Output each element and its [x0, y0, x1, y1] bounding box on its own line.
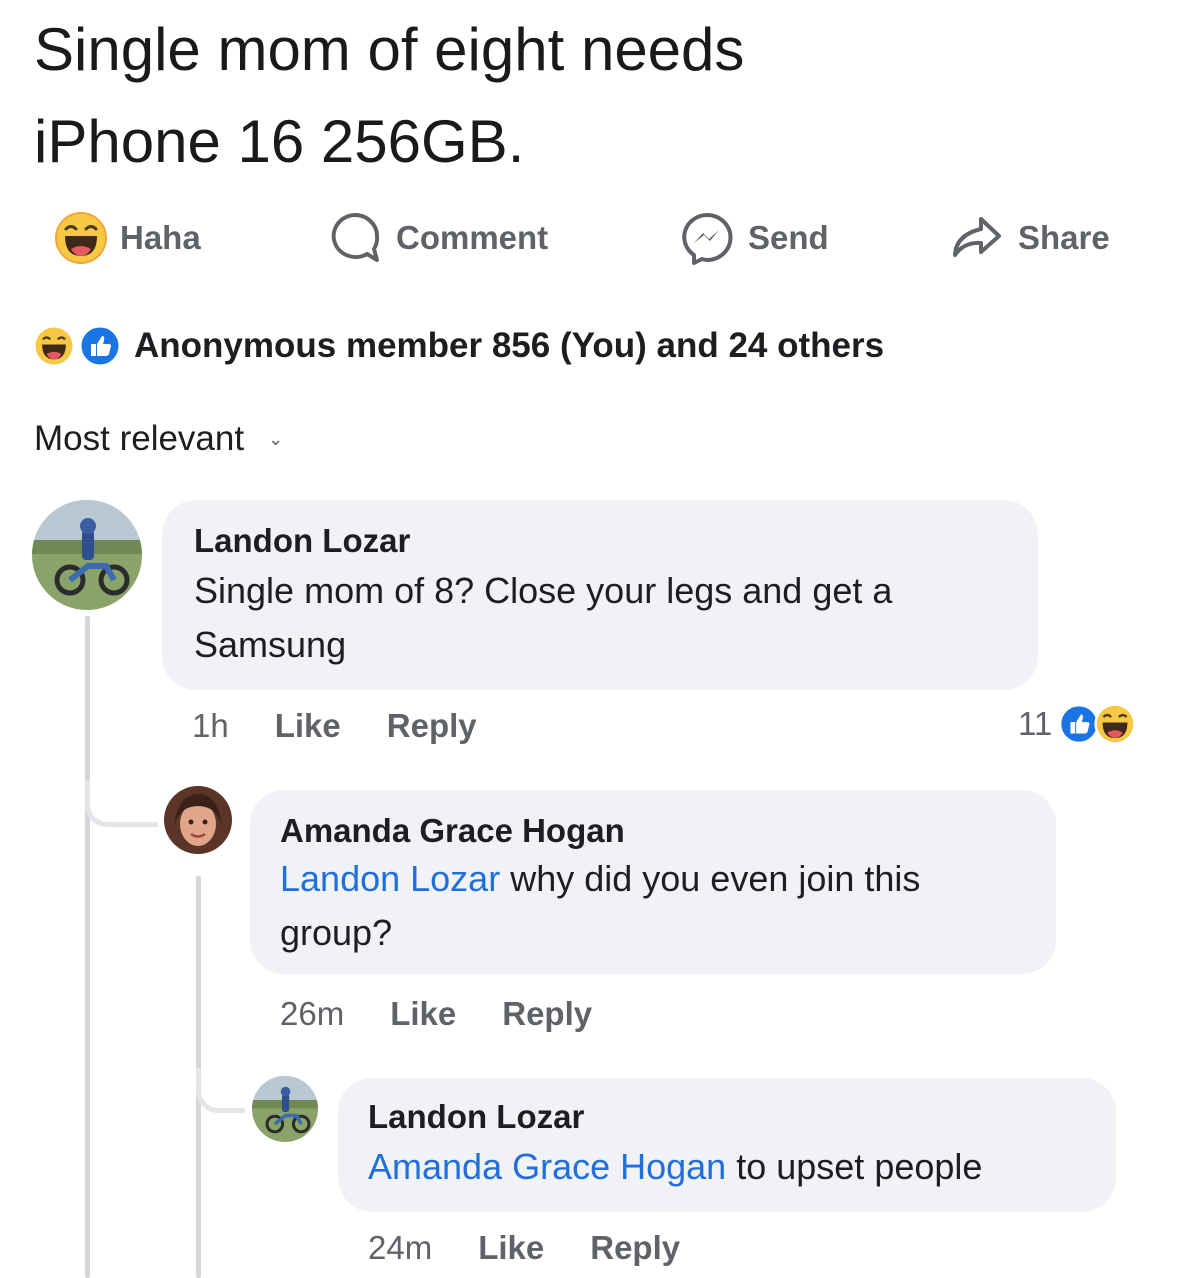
avatar-image: [32, 500, 142, 610]
comment-author[interactable]: Landon Lozar: [194, 522, 410, 560]
haha-button[interactable]: Haha: [54, 206, 201, 270]
messenger-icon: [682, 213, 733, 265]
comment-time[interactable]: 24m: [368, 1229, 432, 1267]
haha-reaction-icon: [55, 212, 107, 264]
comment-sort-dropdown[interactable]: Most relevant ⌄: [34, 414, 283, 464]
like-link[interactable]: Like: [390, 995, 456, 1033]
mention-link[interactable]: Amanda Grace Hogan: [368, 1146, 726, 1187]
comment-meta: 24m Like Reply: [368, 1226, 680, 1270]
comment-text-line1: Landon Lozar why did you even join this: [280, 852, 1040, 906]
comment-meta: 1h Like Reply: [192, 704, 477, 748]
reply-connector: [196, 1068, 245, 1113]
reactions-summary-text: Anonymous member 856 (You) and 24 others: [134, 326, 885, 365]
post-title: Single mom of eight needs iPhone 16 256G…: [34, 4, 1034, 188]
comment-text: Single mom of 8? Close your legs and get…: [194, 564, 1024, 672]
comment-author[interactable]: Landon Lozar: [368, 1098, 584, 1136]
comment-time[interactable]: 1h: [192, 707, 229, 745]
comment-text-part: to upset people: [726, 1146, 983, 1187]
comment-text-line1: Single mom of 8? Close your legs and get…: [194, 570, 893, 611]
send-label: Send: [748, 219, 829, 256]
comment-meta: 26m Like Reply: [280, 992, 592, 1036]
like-link[interactable]: Like: [275, 707, 341, 745]
post-title-line2: iPhone 16 256GB.: [34, 108, 525, 175]
reply-link[interactable]: Reply: [387, 707, 477, 745]
reaction-icons: [34, 322, 130, 370]
mention-link[interactable]: Landon Lozar: [280, 858, 500, 899]
comment-author[interactable]: Amanda Grace Hogan: [280, 812, 625, 850]
comment-text-part: why did you even join this: [500, 858, 921, 899]
post-action-bar: Haha Comment Send Share: [0, 206, 1179, 270]
comment-text: Amanda Grace Hogan to upset people: [368, 1140, 1108, 1194]
haha-label: Haha: [120, 219, 201, 256]
comment-text-line2: group?: [280, 912, 393, 953]
comment-reaction-count[interactable]: 11: [1018, 700, 1136, 748]
avatar-image: [252, 1076, 318, 1142]
share-label: Share: [1018, 219, 1110, 256]
comment-text: Landon Lozar why did you even join this …: [280, 852, 1040, 960]
reaction-count: 11: [1018, 705, 1053, 742]
reactions-summary[interactable]: Anonymous member 856 (You) and 24 others: [34, 318, 884, 374]
reply-connector: [85, 780, 158, 827]
post-title-line1: Single mom of eight needs: [34, 16, 745, 83]
haha-reaction-icon: [35, 327, 73, 365]
avatar-image: [164, 786, 232, 854]
comment-icon: [331, 213, 380, 262]
avatar[interactable]: [32, 500, 142, 610]
share-arrow-icon: [953, 217, 1001, 257]
thread-line: [85, 616, 90, 1278]
share-button[interactable]: Share: [948, 206, 1110, 270]
comment-label: Comment: [396, 219, 549, 256]
comment-bubble: Landon Lozar Single mom of 8? Close your…: [162, 500, 1038, 690]
send-button[interactable]: Send: [678, 206, 829, 270]
haha-reaction-icon: [1094, 703, 1136, 745]
comment-time[interactable]: 26m: [280, 995, 344, 1033]
avatar[interactable]: [252, 1076, 318, 1142]
comment-text-line2: Samsung: [194, 624, 347, 665]
comment-button[interactable]: Comment: [326, 206, 548, 270]
reply-link[interactable]: Reply: [502, 995, 592, 1033]
chevron-down-icon: ⌄: [268, 428, 284, 449]
like-link[interactable]: Like: [478, 1229, 544, 1267]
sort-label: Most relevant: [34, 419, 245, 458]
like-reaction-icon: [78, 324, 122, 368]
reply-link[interactable]: Reply: [590, 1229, 680, 1267]
comment-bubble: Amanda Grace Hogan Landon Lozar why did …: [250, 790, 1056, 974]
comment-bubble: Landon Lozar Amanda Grace Hogan to upset…: [338, 1078, 1116, 1212]
avatar[interactable]: [164, 786, 232, 854]
